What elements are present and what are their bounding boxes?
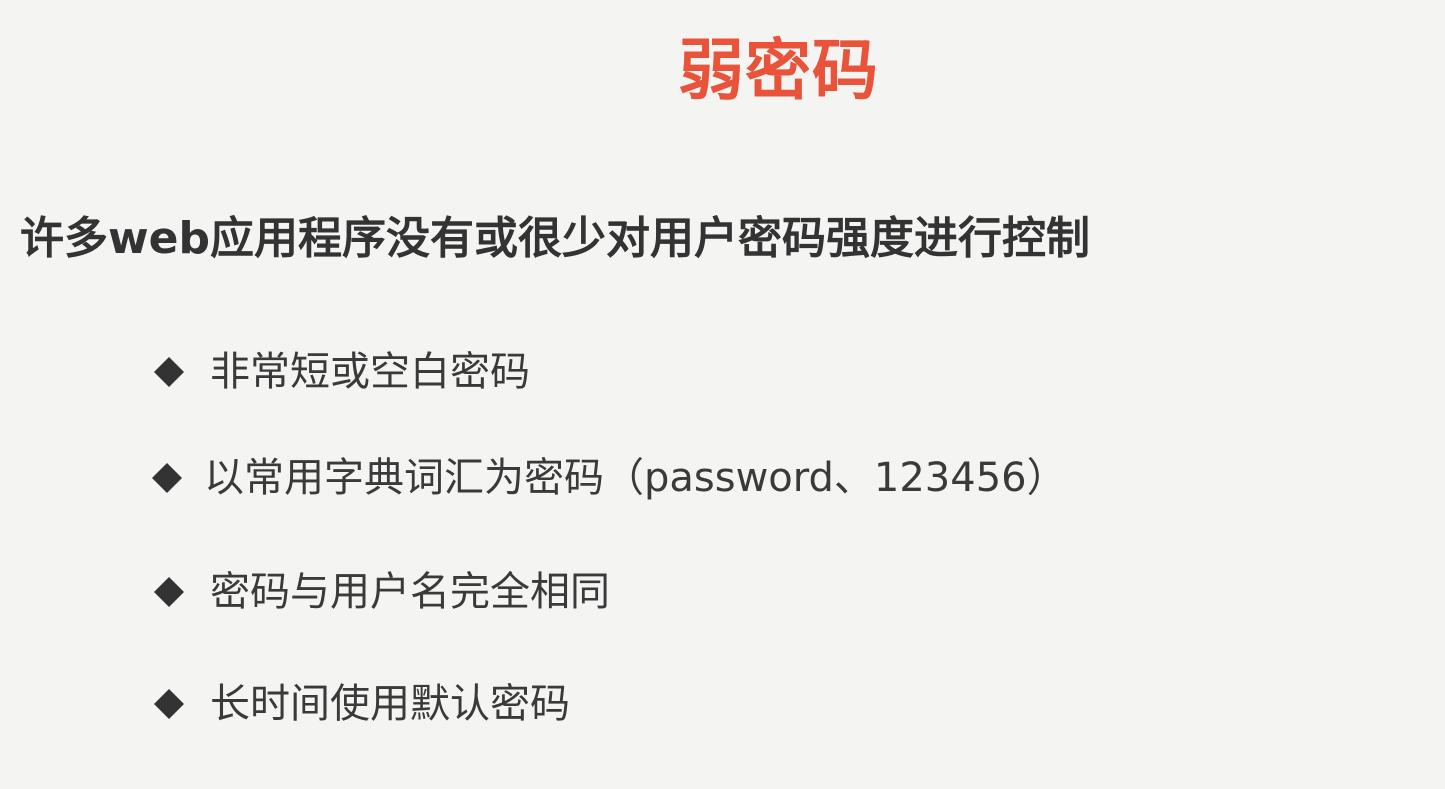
diamond-bullet-icon <box>152 575 186 609</box>
bullet-item: 密码与用户名完全相同 <box>152 562 610 622</box>
bullet-text: 长时间使用默认密码 <box>210 681 570 727</box>
slide: 弱密码 许多web应用程序没有或很少对用户密码强度进行控制 非常短或空白密码 以… <box>0 0 1445 789</box>
bullet-item: 非常短或空白密码 <box>152 342 530 402</box>
bullet-text: 密码与用户名完全相同 <box>210 569 610 615</box>
diamond-bullet-icon <box>152 355 186 389</box>
bullet-item: 以常用字典词汇为密码（password、123456） <box>150 448 1067 508</box>
diamond-bullet-icon <box>152 687 186 721</box>
slide-subtitle: 许多web应用程序没有或很少对用户密码强度进行控制 <box>20 213 1090 264</box>
bullet-item: 长时间使用默认密码 <box>152 674 570 734</box>
bullet-text: 以常用字典词汇为密码（password、123456） <box>204 455 1067 501</box>
diamond-bullet-icon <box>150 461 184 495</box>
slide-title: 弱密码 <box>678 32 879 109</box>
bullet-text: 非常短或空白密码 <box>210 349 530 395</box>
